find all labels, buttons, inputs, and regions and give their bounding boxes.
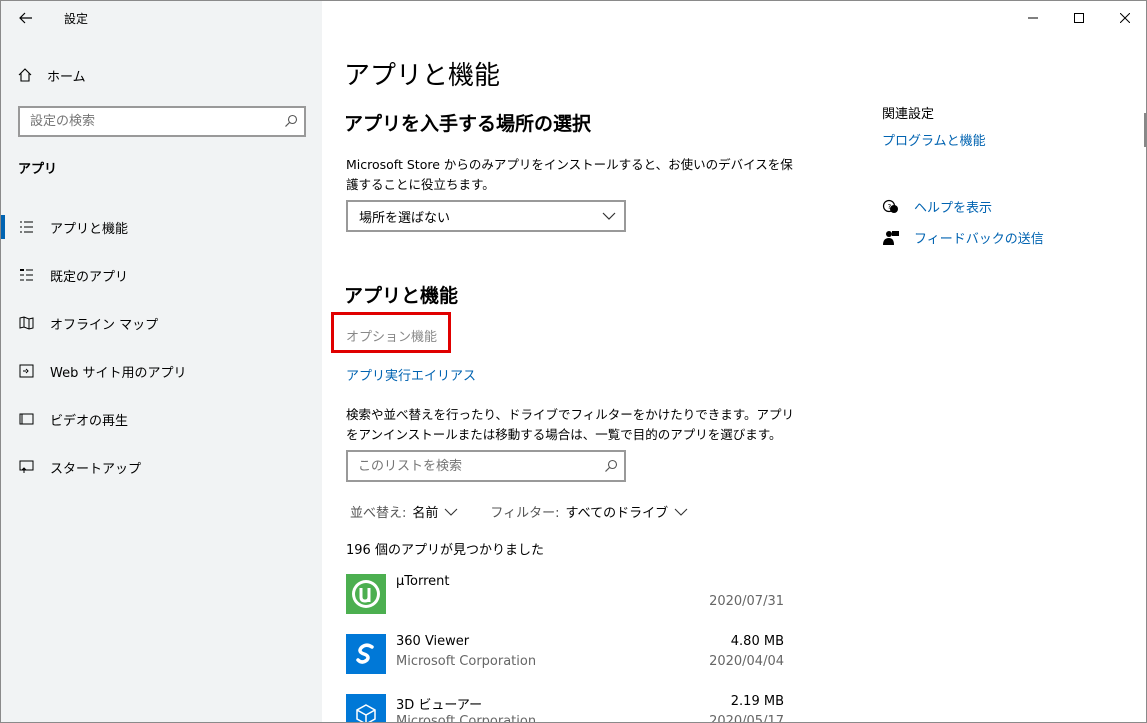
- app-list-search-input[interactable]: [348, 452, 588, 480]
- 3d-viewer-icon: [346, 694, 386, 722]
- help-icon: ?: [882, 199, 898, 213]
- sidebar-item-web-apps[interactable]: Web サイト用のアプリ: [1, 347, 322, 395]
- apps-section-title: アプリと機能: [344, 285, 459, 307]
- list-icon: [18, 219, 34, 235]
- settings-window: 設定 ホーム アプリ アプリと機能 既定のアプリ: [0, 0, 1147, 723]
- install-section-title: アプリを入手する場所の選択: [344, 113, 592, 135]
- maximize-icon: [1074, 13, 1084, 23]
- video-icon: [18, 411, 34, 427]
- sidebar-nav: アプリと機能 既定のアプリ オフライン マップ Web サイト用のアプリ ビデオ…: [1, 203, 322, 491]
- help-label: ヘルプを表示: [914, 201, 993, 216]
- svg-text:?: ?: [888, 203, 892, 211]
- chevron-down-icon: [445, 508, 458, 516]
- startup-icon: [18, 459, 34, 475]
- sidebar-item-label: ビデオの再生: [50, 413, 129, 429]
- app-size: 2.19 MB: [730, 694, 784, 709]
- main-content: アプリと機能 アプリを入手する場所の選択 Microsoft Store からの…: [322, 1, 1146, 723]
- scrollbar[interactable]: [1144, 113, 1146, 147]
- search-icon: [605, 459, 618, 472]
- home-icon: [18, 68, 32, 82]
- chevron-down-icon: [674, 508, 688, 516]
- feedback-label: フィードバックの送信: [914, 232, 1044, 247]
- sidebar: 設定 ホーム アプリ アプリと機能 既定のアプリ: [1, 1, 322, 722]
- utorrent-icon: [346, 574, 386, 614]
- filter-value: すべてのドライブ: [565, 506, 669, 521]
- install-description: Microsoft Store からのみアプリをインストールすると、お使いのデバ…: [346, 157, 793, 192]
- optional-features-link[interactable]: オプション機能: [346, 326, 437, 345]
- dropdown-value: 場所を選ばない: [359, 210, 451, 226]
- app-list-search[interactable]: [346, 450, 626, 482]
- app-name: 360 Viewer: [396, 634, 470, 649]
- sort-dropdown[interactable]: 並べ替え: 名前: [350, 502, 458, 521]
- sidebar-item-label: スタートアップ: [50, 461, 142, 477]
- install-source-dropdown[interactable]: 場所を選ばない: [346, 200, 626, 232]
- help-link[interactable]: ? ヘルプを表示: [882, 197, 992, 216]
- home-label: ホーム: [47, 69, 86, 85]
- minimize-button[interactable]: [1010, 1, 1056, 35]
- sidebar-item-video-playback[interactable]: ビデオの再生: [1, 395, 322, 443]
- settings-search[interactable]: [18, 106, 306, 137]
- app-date: 2020/04/04: [709, 654, 784, 669]
- default-apps-icon: [18, 267, 34, 283]
- close-icon: [1120, 13, 1130, 23]
- sort-filter-row: 並べ替え: 名前 フィルター: すべてのドライブ: [350, 502, 688, 521]
- app-publisher: Microsoft Corporation: [396, 654, 537, 669]
- sort-value: 名前: [412, 506, 439, 521]
- 360-viewer-icon: [346, 634, 386, 674]
- sidebar-item-apps-features[interactable]: アプリと機能: [1, 203, 322, 251]
- sidebar-item-default-apps[interactable]: 既定のアプリ: [1, 251, 322, 299]
- list-item[interactable]: µTorrent 2020/07/31: [346, 574, 786, 630]
- minimize-icon: [1028, 17, 1038, 19]
- window-title: 設定: [64, 12, 89, 26]
- app-date: 2020/05/17: [709, 714, 784, 723]
- home-link[interactable]: ホーム: [17, 63, 86, 87]
- sidebar-item-label: オフライン マップ: [50, 317, 159, 333]
- back-arrow-icon: [19, 12, 32, 24]
- app-alias-link[interactable]: アプリ実行エイリアス: [346, 365, 476, 384]
- filter-label: フィルター:: [490, 506, 560, 521]
- list-item[interactable]: 360 Viewer Microsoft Corporation 4.80 MB…: [346, 634, 786, 690]
- sidebar-item-offline-maps[interactable]: オフライン マップ: [1, 299, 322, 347]
- settings-search-input[interactable]: [20, 108, 260, 135]
- app-publisher: Microsoft Corporation: [396, 714, 537, 723]
- feedback-link[interactable]: フィードバックの送信: [882, 228, 1044, 247]
- web-app-icon: [18, 363, 34, 379]
- chevron-down-icon: [602, 212, 616, 220]
- feedback-icon: [883, 230, 899, 245]
- sidebar-item-label: 既定のアプリ: [50, 269, 129, 285]
- sidebar-item-label: アプリと機能: [50, 221, 129, 237]
- section-label: アプリ: [18, 162, 58, 177]
- list-item[interactable]: 3D ビューアー Microsoft Corporation 2.19 MB 2…: [346, 694, 786, 723]
- close-button[interactable]: [1102, 1, 1146, 35]
- sidebar-item-label: Web サイト用のアプリ: [50, 365, 187, 381]
- window-controls: [1010, 1, 1146, 35]
- programs-features-link[interactable]: プログラムと機能: [882, 130, 986, 149]
- title-bar: 設定: [1, 1, 322, 35]
- search-icon: [285, 114, 298, 127]
- related-settings-label: 関連設定: [882, 107, 935, 122]
- back-button[interactable]: [15, 7, 37, 29]
- app-name: 3D ビューアー: [396, 698, 483, 713]
- sort-label: 並べ替え:: [350, 506, 407, 521]
- sidebar-item-startup[interactable]: スタートアップ: [1, 443, 322, 491]
- app-size: 4.80 MB: [730, 634, 784, 649]
- filter-dropdown[interactable]: フィルター: すべてのドライブ: [490, 502, 688, 521]
- app-date: 2020/07/31: [709, 594, 784, 609]
- map-icon: [18, 315, 34, 331]
- apps-description: 検索や並べ替えを行ったり、ドライブでフィルターをかけたりできます。アプリをアンイ…: [346, 407, 795, 442]
- page-title: アプリと機能: [344, 61, 501, 91]
- app-count: 196 個のアプリが見つかりました: [346, 543, 544, 558]
- app-name: µTorrent: [396, 574, 450, 589]
- maximize-button[interactable]: [1056, 1, 1102, 35]
